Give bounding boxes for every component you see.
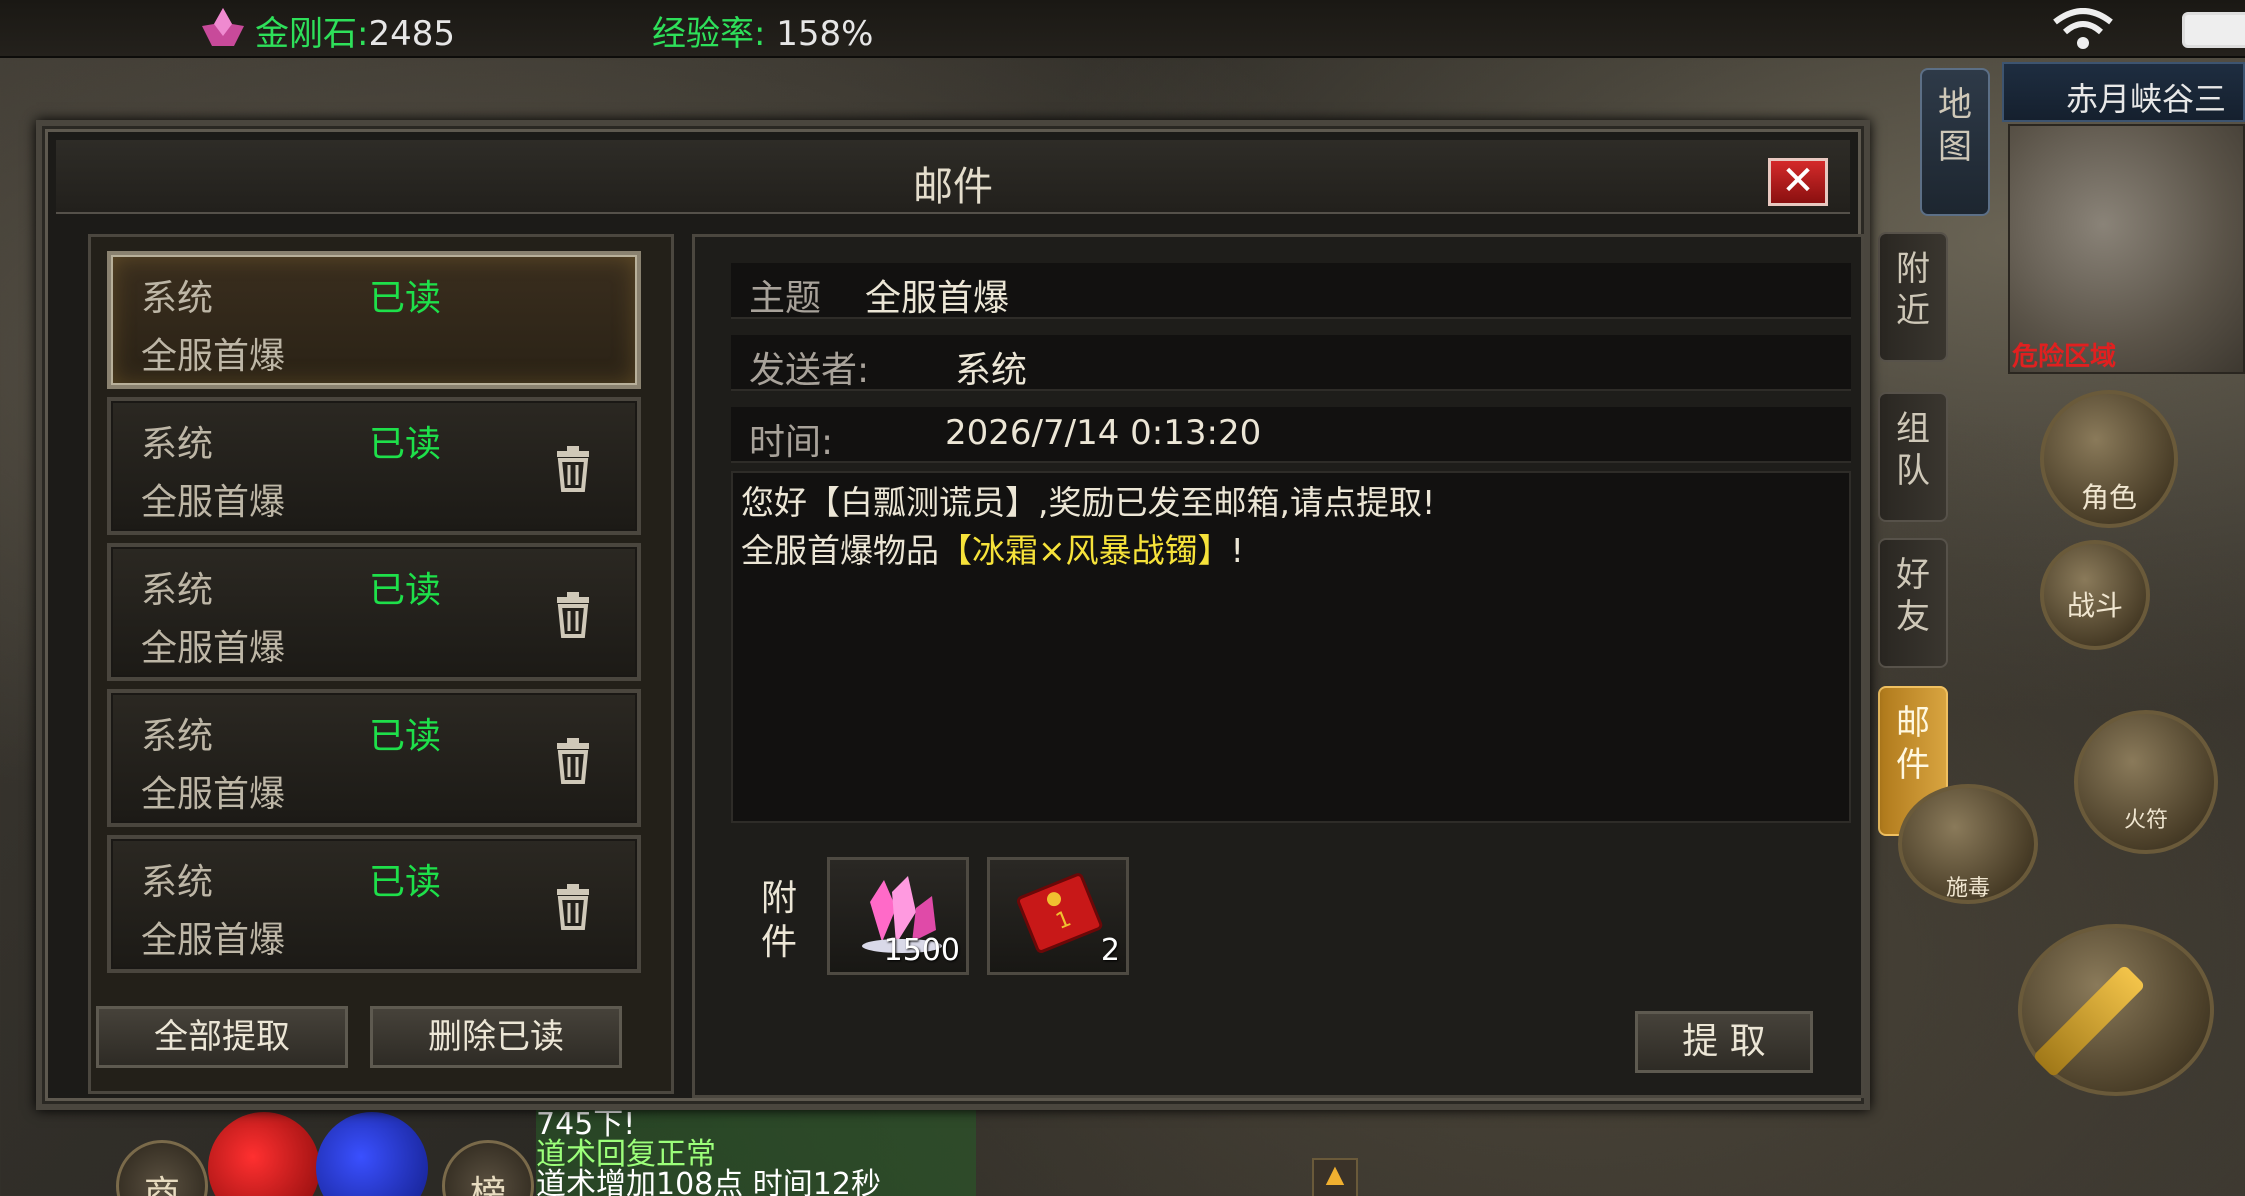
exp-rate-value: 158% bbox=[776, 14, 874, 54]
trash-icon[interactable] bbox=[547, 443, 599, 495]
fire-talisman-skill[interactable]: 火符 bbox=[2074, 710, 2218, 854]
attachment-qty: 2 bbox=[1100, 933, 1120, 968]
mail-status: 已读 bbox=[369, 278, 442, 319]
rank-button[interactable]: 榜 bbox=[442, 1140, 534, 1196]
mail-sender: 系统 bbox=[141, 570, 214, 611]
time-label: 时间: bbox=[749, 422, 834, 463]
expand-chat-button[interactable]: ▲ bbox=[1312, 1158, 1358, 1196]
mail-subject: 全服首爆 bbox=[141, 628, 286, 669]
time-row: 时间: 2026/7/14 0:13:20 bbox=[731, 407, 1851, 463]
delete-read-button[interactable]: 删除已读 bbox=[370, 1006, 622, 1068]
chat-line: 道术增加108点 时间12秒 bbox=[536, 1170, 976, 1196]
tab-map[interactable]: 地图 bbox=[1920, 68, 1990, 216]
sword-icon bbox=[2032, 964, 2146, 1078]
mail-item[interactable]: 系统 已读 全服首爆 bbox=[107, 397, 641, 535]
mail-status: 已读 bbox=[369, 424, 442, 465]
mail-status: 已读 bbox=[369, 862, 442, 903]
mail-item[interactable]: 系统 已读 全服首爆 bbox=[107, 543, 641, 681]
tab-team[interactable]: 组队 bbox=[1878, 392, 1948, 522]
map-name[interactable]: 赤月峡谷三 bbox=[2002, 62, 2245, 122]
mail-detail: 主题 全服首爆 发送者: 系统 时间: 2026/7/14 0:13:20 您好… bbox=[692, 234, 1864, 1098]
fight-button[interactable]: 战斗 bbox=[2040, 540, 2150, 650]
trash-icon[interactable] bbox=[547, 735, 599, 787]
time-value: 2026/7/14 0:13:20 bbox=[945, 413, 1262, 453]
battery-icon bbox=[2182, 12, 2245, 48]
sender-row: 发送者: 系统 bbox=[731, 335, 1851, 391]
claim-all-button[interactable]: 全部提取 bbox=[96, 1006, 348, 1068]
trash-icon[interactable] bbox=[547, 589, 599, 641]
mail-subject: 全服首爆 bbox=[141, 774, 286, 815]
mail-item[interactable]: 系统 已读 全服首爆 bbox=[107, 689, 641, 827]
mail-sender: 系统 bbox=[141, 424, 214, 465]
mail-body: 您好【白瓢测谎员】,奖励已发至邮箱,请点提取! 全服首爆物品【冰霜×风暴战镯】! bbox=[731, 471, 1851, 823]
fire-label: 火符 bbox=[2123, 808, 2168, 833]
mail-header: 邮件 ✕ bbox=[56, 140, 1850, 214]
exp-rate-stat: 经验率: 158% bbox=[652, 6, 873, 55]
claim-button[interactable]: 提 取 bbox=[1635, 1011, 1813, 1073]
attack-button[interactable] bbox=[2018, 924, 2214, 1096]
exp-rate-label: 经验率: bbox=[652, 14, 766, 54]
mail-window: 邮件 ✕ 系统 已读 全服首爆 系统 已读 全服首爆 系统 已读 全服首爆 系统… bbox=[36, 120, 1870, 1110]
diamond-stat: 金刚石:2485 bbox=[200, 6, 455, 55]
role-button[interactable]: 角色 bbox=[2040, 390, 2178, 528]
mail-item[interactable]: 系统 已读 全服首爆 bbox=[107, 251, 641, 389]
subject-row: 主题 全服首爆 bbox=[731, 263, 1851, 319]
mail-subject: 全服首爆 bbox=[141, 336, 286, 377]
top-status-bar: 金刚石:2485 经验率: 158% bbox=[0, 0, 2245, 58]
mail-sender: 系统 bbox=[141, 278, 214, 319]
sender-label: 发送者: bbox=[749, 350, 870, 391]
chat-line: 745下! bbox=[536, 1110, 976, 1140]
body-line: 您好【白瓢测谎员】,奖励已发至邮箱,请点提取! bbox=[741, 483, 1436, 522]
chat-log: 745下! 道术回复正常 道术增加108点 时间12秒 bbox=[536, 1110, 976, 1196]
diamond-label: 金刚石: bbox=[255, 14, 369, 54]
mail-sender: 系统 bbox=[141, 862, 214, 903]
trash-icon[interactable] bbox=[547, 881, 599, 933]
tab-nearby[interactable]: 附近 bbox=[1878, 232, 1948, 362]
attachment-slot[interactable]: 1500 bbox=[827, 857, 969, 975]
mail-item[interactable]: 系统 已读 全服首爆 bbox=[107, 835, 641, 973]
attachment-slot[interactable]: 1 2 bbox=[987, 857, 1129, 975]
danger-zone-label: 危险区域 bbox=[2012, 342, 2117, 372]
mail-subject: 全服首爆 bbox=[141, 920, 286, 961]
role-label: 角色 bbox=[2080, 481, 2137, 514]
fight-label: 战斗 bbox=[2066, 589, 2123, 622]
poison-label: 施毒 bbox=[1945, 876, 1990, 901]
subject-value: 全服首爆 bbox=[865, 278, 1010, 319]
mail-list: 系统 已读 全服首爆 系统 已读 全服首爆 系统 已读 全服首爆 系统 已读 全… bbox=[88, 234, 674, 1094]
subject-label: 主题 bbox=[749, 278, 822, 319]
mail-status: 已读 bbox=[369, 716, 442, 757]
mp-orb bbox=[316, 1112, 428, 1196]
body-line: 全服首爆物品【冰霜×风暴战镯】! bbox=[741, 527, 1841, 575]
mail-title: 邮件 bbox=[913, 164, 993, 210]
chat-line: 道术回复正常 bbox=[536, 1140, 976, 1170]
mail-sender: 系统 bbox=[141, 716, 214, 757]
item-name-highlight: 【冰霜×风暴战镯】 bbox=[939, 531, 1231, 570]
body-prefix: 全服首爆物品 bbox=[741, 531, 939, 570]
mail-subject: 全服首爆 bbox=[141, 482, 286, 523]
attachments-label: 附件 bbox=[760, 878, 797, 963]
hp-orb bbox=[208, 1112, 320, 1196]
body-suffix: ! bbox=[1230, 531, 1244, 570]
attachment-qty: 1500 bbox=[883, 933, 960, 968]
sender-value: 系统 bbox=[955, 350, 1028, 391]
wifi-icon bbox=[2053, 8, 2113, 49]
shop-button[interactable]: 商 bbox=[116, 1140, 208, 1196]
poison-skill[interactable]: 施毒 bbox=[1898, 784, 2038, 904]
diamond-value: 2485 bbox=[368, 14, 455, 54]
tab-friends[interactable]: 好友 bbox=[1878, 538, 1948, 668]
mail-status: 已读 bbox=[369, 570, 442, 611]
red-envelope-icon: 1 bbox=[1016, 873, 1103, 953]
close-button[interactable]: ✕ bbox=[1768, 158, 1828, 206]
